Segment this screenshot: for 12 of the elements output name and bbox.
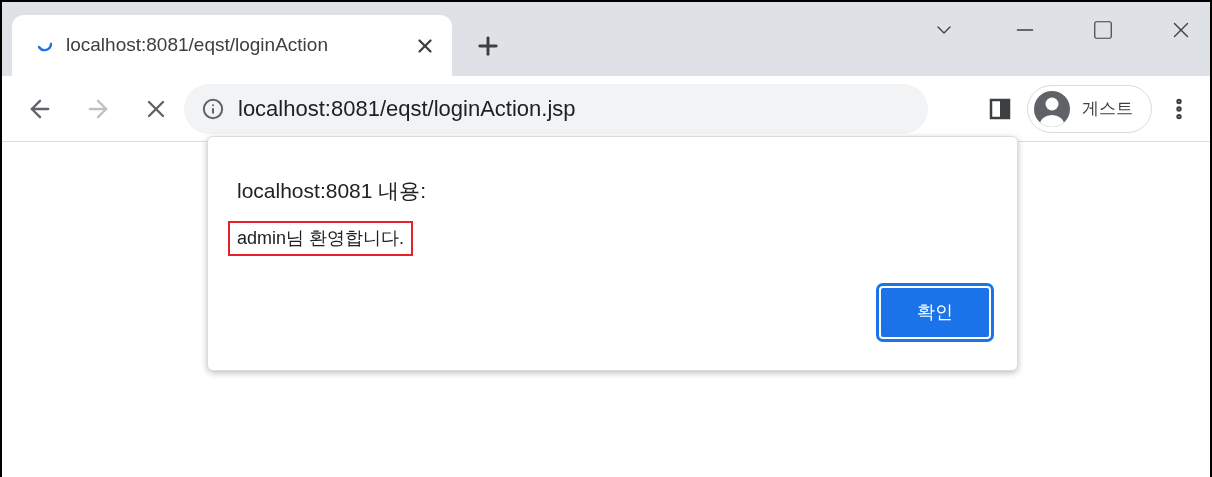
user-avatar-icon	[1034, 90, 1070, 127]
ok-button[interactable]: 확인	[879, 285, 991, 339]
dialog-title: localhost:8081 내용:	[237, 178, 428, 204]
dialog-message: admin님 환영합니다.	[228, 220, 414, 256]
maximize-icon[interactable]	[1092, 19, 1114, 41]
tab-title: localhost:8081/eqst/loginAction	[66, 33, 329, 58]
url-text: localhost:8081/eqst/loginAction.jsp	[238, 95, 576, 123]
profile-label: 게스트	[1082, 97, 1133, 120]
side-panel-icon[interactable]	[989, 97, 1011, 120]
browser-tab[interactable]: localhost:8081/eqst/loginAction	[12, 15, 452, 76]
address-bar[interactable]: localhost:8081/eqst/loginAction.jsp	[184, 83, 928, 134]
info-icon[interactable]	[202, 97, 224, 120]
